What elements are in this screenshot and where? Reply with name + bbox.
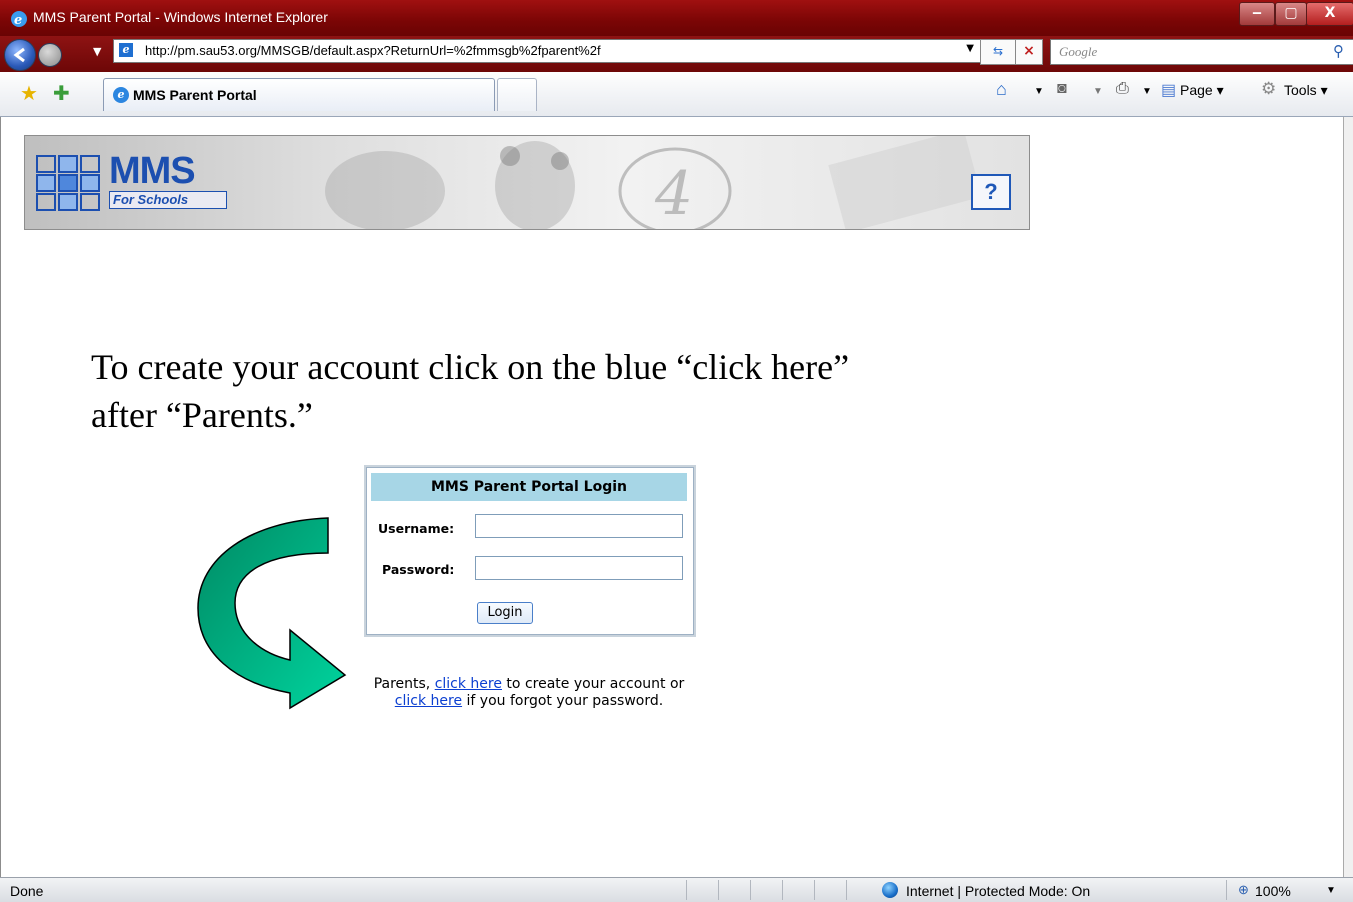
refresh-button[interactable]: ⇆: [980, 39, 1016, 65]
username-label: Username:: [378, 521, 455, 536]
feeds-dropdown-icon[interactable]: ▼: [1093, 86, 1103, 97]
title-bar: e MMS Parent Portal - Windows Internet E…: [0, 0, 1353, 36]
address-url[interactable]: http://pm.sau53.org/MMSGB/default.aspx?R…: [145, 43, 601, 58]
create-account-link[interactable]: click here: [435, 676, 502, 692]
address-dropdown-icon[interactable]: ▼: [966, 43, 974, 54]
tools-gear-icon[interactable]: ⚙: [1261, 79, 1276, 99]
tools-menu[interactable]: Tools ▾: [1284, 82, 1328, 99]
feeds-icon[interactable]: ◙: [1057, 80, 1067, 98]
help-middle: to create your account or: [501, 676, 685, 692]
forgot-password-link[interactable]: click here: [395, 693, 462, 709]
status-divider: [1226, 880, 1227, 900]
help-suffix: if you forgot your password.: [462, 693, 664, 709]
status-divider: [782, 880, 783, 900]
login-title: MMS Parent Portal Login: [371, 473, 687, 501]
help-prefix: Parents,: [373, 676, 435, 692]
ie-logo-icon: e: [11, 11, 27, 28]
zoom-icon[interactable]: ⊕: [1238, 882, 1249, 898]
maximize-button[interactable]: ▢: [1275, 2, 1307, 26]
address-bar[interactable]: e http://pm.sau53.org/MMSGB/default.aspx…: [113, 39, 981, 63]
home-dropdown-icon[interactable]: ▼: [1034, 86, 1044, 97]
security-zone-text[interactable]: Internet | Protected Mode: On: [906, 883, 1090, 899]
banner-background-image: 4: [325, 136, 982, 229]
favorites-star-icon[interactable]: ★: [20, 81, 38, 105]
back-arrow-icon: [13, 47, 25, 63]
stop-button[interactable]: ×: [1015, 39, 1043, 65]
mms-banner: 4 MMS For Schools ?: [24, 135, 1030, 230]
password-input[interactable]: [475, 556, 683, 580]
username-input[interactable]: [475, 514, 683, 538]
search-placeholder[interactable]: Google: [1059, 44, 1097, 60]
status-divider: [686, 880, 687, 900]
search-box[interactable]: Google ⚲: [1050, 39, 1353, 65]
search-icon[interactable]: ⚲: [1333, 42, 1344, 60]
tab-mms-parent-portal[interactable]: e MMS Parent Portal: [103, 78, 495, 111]
mms-logo-icon: [36, 155, 100, 211]
tab-bar: ★ ✚ e MMS Parent Portal ⌂ ▼ ◙ ▼ ⎙ ▼ ▤ Pa…: [0, 72, 1353, 117]
password-label: Password:: [382, 562, 455, 577]
page-menu-icon[interactable]: ▤: [1161, 80, 1176, 100]
print-dropdown-icon[interactable]: ▼: [1142, 86, 1152, 97]
add-favorites-icon[interactable]: ✚: [53, 81, 70, 105]
login-panel: MMS Parent Portal Login Username: Passwo…: [364, 465, 696, 637]
status-text: Done: [10, 883, 44, 899]
svg-text:e: e: [14, 13, 22, 28]
zoom-dropdown-icon[interactable]: ▼: [1326, 885, 1336, 896]
status-divider: [718, 880, 719, 900]
login-button[interactable]: Login: [477, 602, 533, 624]
ie-tab-icon: e: [113, 87, 129, 103]
instruction-line-1: To create your account click on the blue…: [91, 347, 850, 387]
status-bar: Done Internet | Protected Mode: On ⊕ 100…: [0, 877, 1353, 902]
instruction-line-2: after “Parents.”: [91, 395, 313, 435]
page-icon: e: [119, 43, 133, 57]
help-button[interactable]: ?: [971, 174, 1011, 210]
new-tab-button[interactable]: [497, 78, 537, 111]
svg-text:4: 4: [654, 159, 693, 229]
navigation-bar: ▼ e http://pm.sau53.org/MMSGB/default.as…: [0, 36, 1353, 72]
home-icon[interactable]: ⌂: [996, 79, 1007, 100]
status-divider: [846, 880, 847, 900]
zoom-level[interactable]: 100%: [1255, 883, 1291, 899]
vertical-scrollbar[interactable]: [1343, 117, 1353, 877]
internet-zone-icon: [882, 882, 898, 898]
logo-subtitle: For Schools: [109, 191, 227, 209]
logo-text: MMS: [109, 150, 196, 192]
status-divider: [750, 880, 751, 900]
tab-label: MMS Parent Portal: [133, 87, 257, 103]
close-button[interactable]: X: [1306, 2, 1353, 26]
status-divider: [814, 880, 815, 900]
account-help-text: Parents, click here to create your accou…: [329, 676, 729, 710]
back-button[interactable]: [4, 39, 36, 71]
instruction-text: To create your account click on the blue…: [91, 343, 1051, 439]
minimize-button[interactable]: ‒: [1239, 2, 1275, 26]
print-icon[interactable]: ⎙: [1116, 80, 1129, 98]
history-dropdown-icon[interactable]: ▼: [93, 45, 101, 58]
curved-arrow-icon: [197, 517, 347, 710]
window-title: MMS Parent Portal - Windows Internet Exp…: [33, 9, 328, 25]
forward-button[interactable]: [38, 43, 62, 67]
page-menu[interactable]: Page ▾: [1180, 82, 1224, 99]
